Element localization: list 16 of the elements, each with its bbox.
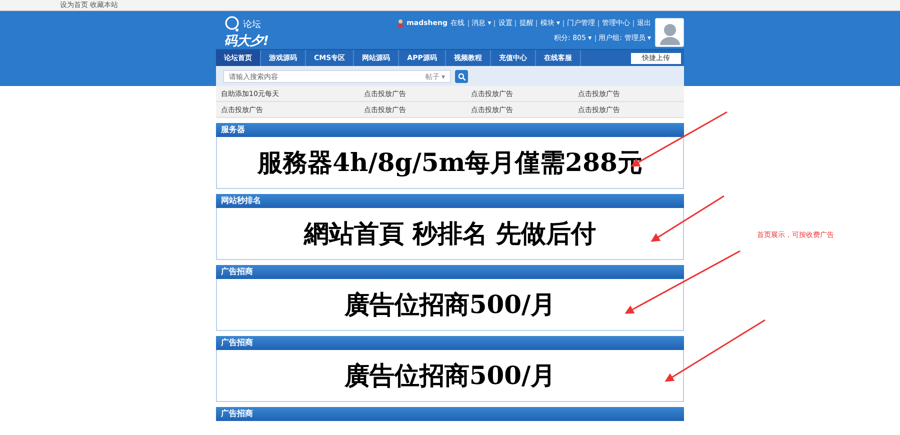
section-title: 网站秒排名 [216, 194, 684, 208]
ad-banner[interactable]: 服務器4h/8g/5m每月僅需288元 [216, 137, 684, 189]
search-icon [458, 72, 466, 80]
ad-banner[interactable]: 廣告位招商500/月 [216, 350, 684, 402]
avatar-silhouette[interactable] [655, 18, 684, 47]
section-title: 服务器 [216, 123, 684, 137]
ad-banner[interactable]: 網站首頁 秒排名 先做后付 [216, 208, 684, 260]
ad-banner[interactable]: 廣告位招商500/月 [216, 279, 684, 331]
logo-subtitle: 论坛 [243, 18, 261, 30]
user-icon [396, 19, 404, 27]
section-title: 广告招商 [216, 407, 684, 421]
section-title: 广告招商 [216, 265, 684, 279]
speech-bubble-icon [224, 16, 240, 32]
logo-text[interactable]: 码大夕! [224, 32, 269, 50]
search-button[interactable] [455, 70, 468, 83]
section-title: 广告招商 [216, 336, 684, 350]
